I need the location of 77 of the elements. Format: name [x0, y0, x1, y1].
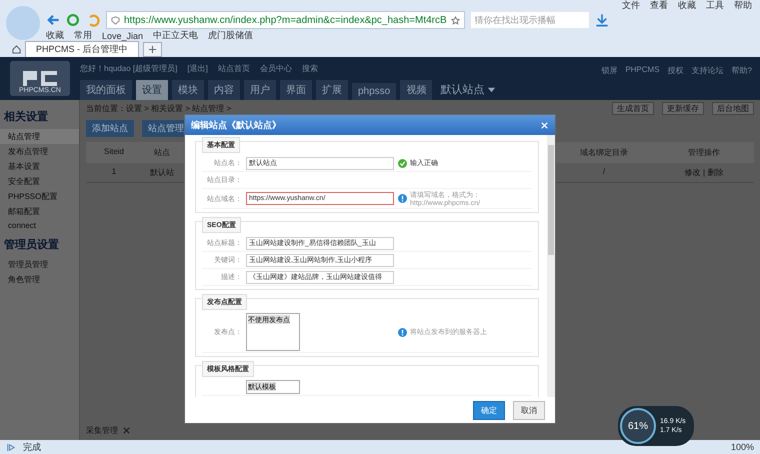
address-bar[interactable]: https://www.yushanw.cn/index.php?m=admin&c=index&pc_hash=Mt4rcB: [106, 11, 465, 29]
menu-item[interactable]: 查看: [650, 0, 668, 12]
plus-icon: [148, 44, 157, 54]
column-header: Siteid: [86, 142, 142, 163]
download-icon: [594, 13, 609, 27]
header-link[interactable]: 会员中心: [260, 63, 292, 74]
bookmark-link[interactable]: 收藏: [46, 29, 64, 42]
info-icon: [398, 328, 407, 336]
nav-tab[interactable]: phpsso: [352, 83, 396, 100]
bottom-tab[interactable]: 采集管理: [86, 425, 118, 436]
header-link[interactable]: 锁屏: [601, 65, 618, 100]
info-icon: [398, 194, 407, 203]
confirm-button[interactable]: 确定: [473, 400, 505, 420]
usage-ball: 61%: [620, 408, 656, 444]
sidebar-item[interactable]: 角色管理: [0, 272, 79, 287]
breadcrumb: 当前位置：设置 > 相关设置 > 站点管理 >: [86, 103, 232, 114]
zoom-level[interactable]: 100%: [730, 442, 754, 452]
nav-tab[interactable]: 模块: [172, 80, 204, 100]
shield-icon: [111, 16, 120, 24]
search-field[interactable]: 猜你在找出现示播幅: [470, 12, 589, 28]
column-header: 站点: [142, 142, 182, 163]
bookmark-link[interactable]: Love_Jian: [102, 30, 144, 40]
column-header: 管理操作: [654, 142, 754, 163]
header-link[interactable]: 授权: [668, 65, 684, 100]
header-link[interactable]: PHPCMS: [625, 65, 660, 100]
new-tab-button[interactable]: [142, 42, 162, 56]
sidebar-heading[interactable]: 管理员设置: [0, 234, 79, 255]
nav-tab[interactable]: 视频: [400, 80, 432, 100]
close-button[interactable]: [540, 120, 549, 130]
table-cell: 默认站: [142, 163, 182, 183]
bookmark-link[interactable]: 虎门股储值: [208, 29, 254, 42]
table-cell: 1: [86, 163, 142, 183]
nav-tab[interactable]: 扩展: [316, 80, 348, 100]
header-link[interactable]: 支持论坛: [692, 65, 724, 100]
header-link[interactable]: 搜索: [302, 63, 318, 74]
check-icon: [398, 158, 407, 168]
sidebar-item[interactable]: 站点管理: [0, 129, 79, 144]
column-header: 域名绑定目录: [554, 142, 654, 163]
nav-tab[interactable]: 设置: [136, 80, 168, 100]
sidebar-item[interactable]: 基本设置: [0, 159, 79, 174]
site-dropdown[interactable]: 默认站点: [436, 79, 500, 100]
header-link[interactable]: 您好！hqudao [超级管理员]: [80, 63, 178, 74]
sidebar-item[interactable]: PHPSSO配置: [0, 189, 79, 204]
table-cell: 修改 | 删除: [654, 163, 754, 183]
sidebar-heading[interactable]: 相关设置: [0, 106, 79, 127]
star-icon: [450, 16, 460, 24]
nav-tab[interactable]: 内容: [208, 80, 240, 100]
status-icon: [6, 442, 15, 452]
menu-item[interactable]: 收藏: [678, 0, 696, 12]
sidebar-item[interactable]: 管理员管理: [0, 257, 79, 272]
close-icon: [122, 426, 131, 435]
sidebar-item[interactable]: 邮箱配置: [0, 204, 79, 219]
caret-icon: [487, 85, 496, 94]
action-button[interactable]: 添加站点: [86, 120, 134, 137]
browser-tab[interactable]: PHPCMS - 后台管理中: [25, 41, 139, 57]
toolbar-button[interactable]: 后台地图: [712, 102, 754, 115]
bookmark-link[interactable]: 中正立天电: [153, 29, 198, 42]
nav-tab[interactable]: 我的面板: [80, 80, 132, 100]
header-link[interactable]: [退出]: [187, 63, 208, 74]
dialog-title: 编辑站点《默认站点》: [191, 118, 281, 132]
back-arrow-icon: [46, 13, 60, 27]
menu-item[interactable]: 工具: [706, 0, 724, 12]
toolbar-button[interactable]: 生成首页: [612, 102, 654, 115]
cancel-button[interactable]: 取消: [513, 400, 545, 420]
sidebar-item[interactable]: 安全配置: [0, 174, 79, 189]
menu-item[interactable]: 帮助: [734, 0, 752, 12]
home-icon: [12, 44, 21, 54]
nav-tab[interactable]: 用户: [244, 80, 276, 100]
status-text: 完成: [23, 440, 41, 454]
bookmark-link[interactable]: 常用: [74, 29, 92, 42]
sidebar-item[interactable]: connect: [0, 219, 79, 232]
nav-tab[interactable]: 界面: [280, 80, 312, 100]
menu-item[interactable]: 文件: [622, 0, 640, 12]
header-link[interactable]: 站点首页: [218, 63, 250, 74]
toolbar-button[interactable]: 更新缓存: [662, 102, 704, 115]
header-link[interactable]: 帮助?: [732, 65, 752, 100]
sidebar-item[interactable]: 发布点管理: [0, 144, 79, 159]
